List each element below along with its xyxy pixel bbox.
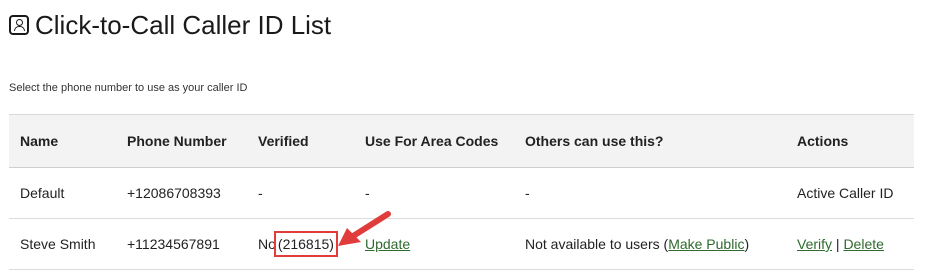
col-header-name: Name [9,114,116,168]
page-title-text: Click-to-Call Caller ID List [35,9,332,40]
row-verified: - [247,167,354,219]
others-status-text: Not available to users ( [525,236,669,252]
delete-link[interactable]: Delete [843,236,883,252]
col-header-phone: Phone Number [116,114,247,168]
verification-code: (216815) [277,236,334,252]
page-title: Click-to-Call Caller ID List [9,8,331,42]
page-subtitle: Select the phone number to use as your c… [9,82,248,94]
col-header-others: Others can use this? [514,114,786,168]
table-row: Steve Smith +11234567891 No (216815) Upda… [9,218,914,270]
row-phone: +11234567891 [116,218,247,270]
row-others: Not available to users (Make Public) [514,218,786,270]
table-header-row: Name Phone Number Verified Use For Area … [9,114,914,168]
caller-id-table: Name Phone Number Verified Use For Area … [9,114,914,270]
verify-link[interactable]: Verify [797,236,832,252]
others-status-suffix: ) [744,236,750,252]
col-header-area-codes: Use For Area Codes [354,114,514,168]
row-phone: +12086708393 [116,167,247,219]
table-row: Default +12086708393 - - - Active Caller… [9,167,914,219]
verification-code-highlight: (216815) [273,231,338,257]
make-public-link[interactable]: Make Public [668,236,744,252]
row-name: Default [9,167,116,219]
row-actions: Verify | Delete [786,218,914,270]
update-area-codes-link[interactable]: Update [365,236,410,252]
row-actions-status: Active Caller ID [786,167,914,219]
row-others: - [514,167,786,219]
row-area-codes: Update [354,218,514,270]
col-header-verified: Verified [247,114,354,168]
contact-card-icon [9,15,29,35]
row-verified: No (216815) [247,218,354,270]
action-separator: | [835,236,840,252]
col-header-actions: Actions [786,114,914,168]
row-area-codes: - [354,167,514,219]
row-name: Steve Smith [9,218,116,270]
